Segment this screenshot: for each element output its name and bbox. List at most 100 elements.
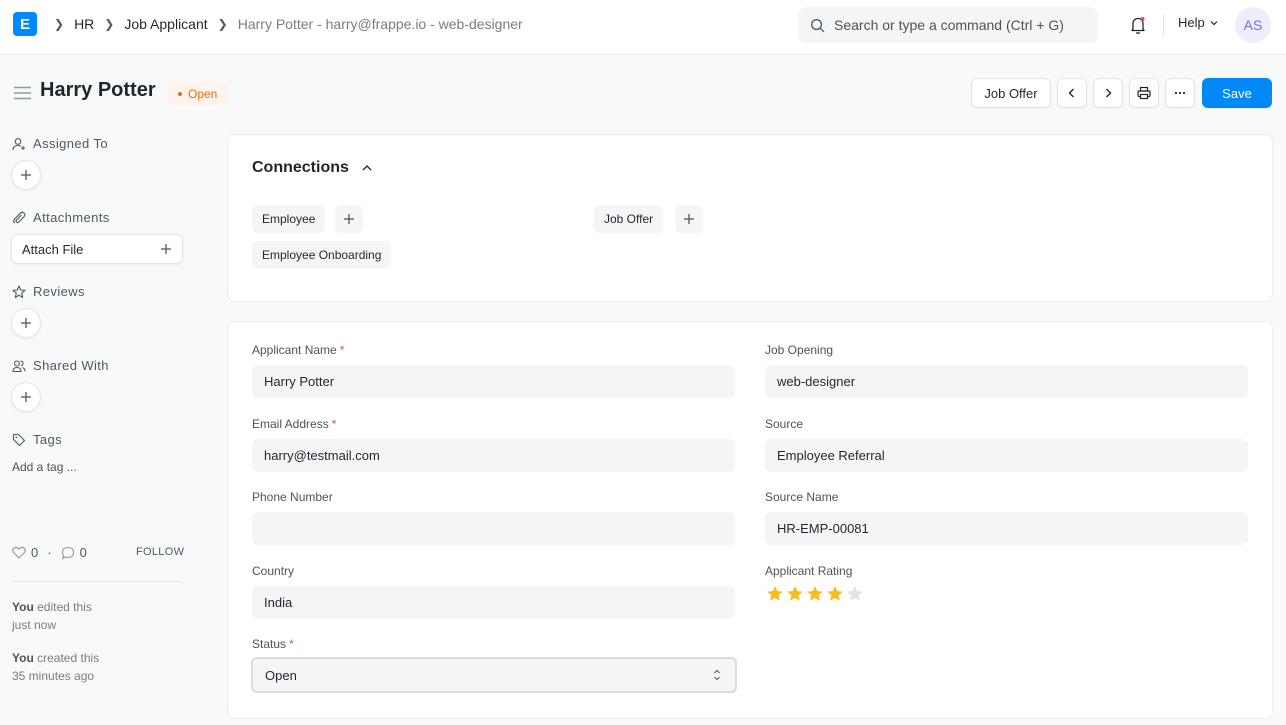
add-review-button[interactable] <box>11 308 41 338</box>
add-employee-button[interactable] <box>335 205 363 233</box>
tag-icon <box>12 433 26 446</box>
search-icon <box>811 18 825 32</box>
timeline-item: You edited this just now <box>12 598 92 634</box>
sidebar-toggle-icon[interactable] <box>14 86 31 100</box>
timeline-item: You created this 35 minutes ago <box>12 649 99 685</box>
plus-icon <box>21 392 31 402</box>
add-job-offer-button[interactable] <box>675 205 703 233</box>
ellipsis-icon <box>1174 91 1186 95</box>
navbar: E ❯ HR ❯ Job Applicant ❯ Harry Potter - … <box>0 0 1286 55</box>
paperclip-icon <box>13 211 26 224</box>
source-name-input[interactable]: HR-EMP-00081 <box>765 512 1248 545</box>
users-icon <box>12 359 26 372</box>
attach-file-label: Attach File <box>22 241 84 257</box>
attach-file-button[interactable]: Attach File <box>11 234 183 264</box>
status-select[interactable]: Open <box>251 657 737 693</box>
print-button[interactable] <box>1129 78 1159 108</box>
star-filled-icon[interactable] <box>766 585 784 603</box>
notification-bell-icon[interactable] <box>1128 15 1148 35</box>
select-arrows-icon <box>714 669 720 681</box>
email-address-input[interactable]: harry@testmail.com <box>252 439 735 472</box>
plus-icon <box>161 244 171 254</box>
source-input[interactable]: Employee Referral <box>765 439 1248 472</box>
source-name-label: Source Name <box>765 490 839 504</box>
likes-count: 0 <box>31 545 39 560</box>
attachments-section: Attachments <box>12 210 110 225</box>
connection-job-offer[interactable]: Job Offer <box>594 205 664 233</box>
add-assignee-button[interactable] <box>11 160 41 190</box>
status-dot-icon <box>178 91 182 96</box>
status-text: Open <box>188 86 218 101</box>
follow-button[interactable]: FOLLOW <box>136 546 184 558</box>
star-outline-icon <box>12 284 26 298</box>
reviews-section: Reviews <box>12 284 85 299</box>
reviews-label: Reviews <box>33 284 85 299</box>
chevron-left-icon <box>1068 88 1074 98</box>
user-add-icon <box>12 137 25 150</box>
search-input[interactable]: Search or type a command (Ctrl + G) <box>798 7 1098 43</box>
star-filled-icon[interactable] <box>786 585 804 603</box>
star-filled-icon[interactable] <box>806 585 824 603</box>
country-label: Country <box>252 564 295 578</box>
job-opening-label: Job Opening <box>765 343 834 357</box>
applicant-form-card: Applicant Name * Harry Potter Email Addre… <box>227 321 1273 719</box>
help-label: Help <box>1178 15 1205 30</box>
likes-comments: 0 · 0 <box>12 545 87 560</box>
source-label: Source <box>765 417 804 431</box>
search-placeholder: Search or type a command (Ctrl + G) <box>834 17 1064 33</box>
plus-icon <box>684 214 694 224</box>
job-offer-button[interactable]: Job Offer <box>971 78 1051 108</box>
chevron-down-icon <box>1210 20 1218 25</box>
previous-record-button[interactable] <box>1057 78 1087 108</box>
comments-count: 0 <box>79 545 87 560</box>
tags-label: Tags <box>33 432 63 447</box>
page-title: Harry Potter <box>40 79 156 101</box>
next-record-button[interactable] <box>1093 78 1123 108</box>
chevron-right-icon: ❯ <box>217 17 228 31</box>
user-avatar[interactable]: AS <box>1235 7 1271 43</box>
connections-header[interactable]: Connections <box>252 159 373 177</box>
applicant-rating-label: Applicant Rating <box>765 564 853 578</box>
more-actions-button[interactable] <box>1165 78 1195 108</box>
assigned-to-label: Assigned To <box>33 136 108 151</box>
shared-with-label: Shared With <box>33 358 109 373</box>
timeline-actor: You <box>12 600 34 614</box>
breadcrumb-current: Harry Potter - harry@frappe.io - web-des… <box>237 16 523 32</box>
separator-dot: · <box>47 545 52 560</box>
phone-number-input[interactable] <box>252 512 735 545</box>
connection-employee-onboarding[interactable]: Employee Onboarding <box>252 241 392 269</box>
chevron-up-icon <box>362 165 372 171</box>
attachments-label: Attachments <box>33 210 110 225</box>
applicant-rating-stars[interactable] <box>766 585 864 603</box>
breadcrumb-hr[interactable]: HR <box>74 16 94 32</box>
connection-employee[interactable]: Employee <box>252 205 326 233</box>
breadcrumb: ❯ HR ❯ Job Applicant ❯ Harry Potter - ha… <box>50 0 529 48</box>
timeline-action: edited this <box>37 600 92 614</box>
save-button[interactable]: Save <box>1202 78 1272 108</box>
applicant-name-label: Applicant Name * <box>252 343 345 357</box>
heart-icon[interactable] <box>12 546 26 559</box>
comment-icon[interactable] <box>61 546 75 560</box>
applicant-name-input[interactable]: Harry Potter <box>252 365 735 398</box>
country-input[interactable]: India <box>252 586 735 619</box>
job-opening-input[interactable]: web-designer <box>765 365 1248 398</box>
timeline-action: created this <box>37 651 100 665</box>
sidebar-divider <box>12 581 182 582</box>
app-logo[interactable]: E <box>13 12 37 36</box>
shared-with-section: Shared With <box>12 358 109 373</box>
breadcrumb-job-applicant[interactable]: Job Applicant <box>124 16 207 32</box>
add-share-button[interactable] <box>11 382 41 412</box>
status-badge: Open <box>168 82 228 105</box>
chevron-right-icon <box>1106 88 1112 98</box>
plus-icon <box>21 318 31 328</box>
star-filled-icon[interactable] <box>826 585 844 603</box>
status-select-value: Open <box>265 667 297 683</box>
phone-number-label: Phone Number <box>252 490 333 504</box>
star-empty-icon[interactable] <box>846 585 864 603</box>
assigned-to-section: Assigned To <box>12 136 108 151</box>
timeline-time: 35 minutes ago <box>12 669 95 683</box>
plus-icon <box>344 214 354 224</box>
timeline-time: just now <box>12 618 57 632</box>
add-tag-input[interactable]: Add a tag ... <box>12 460 77 474</box>
help-dropdown[interactable]: Help <box>1178 15 1219 30</box>
